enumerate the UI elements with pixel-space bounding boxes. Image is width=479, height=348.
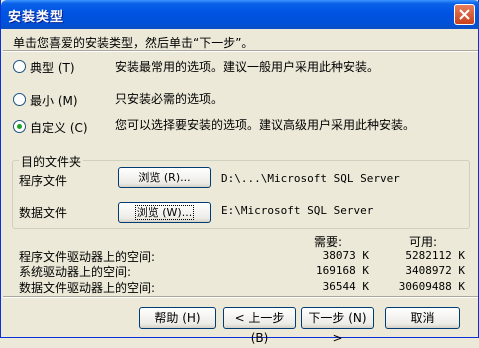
radio-button[interactable] xyxy=(13,60,26,73)
setup-type-dialog: 安装类型 单击您喜爱的安装类型，然后单击“下一步”。 典型 (T) 安装最常用的… xyxy=(0,0,479,345)
radio-label-custom: 自定义 (C) xyxy=(30,121,88,135)
space-row-required: 36544 K xyxy=(322,280,369,293)
destination-groupbox xyxy=(12,160,470,229)
program-files-path: D:\...\Microsoft SQL Server xyxy=(221,172,400,185)
custom-description: 您可以选择要安装的选项。建议高级用户采用此种安装。 xyxy=(115,118,416,132)
radio-button[interactable] xyxy=(13,93,26,106)
close-icon xyxy=(459,9,470,20)
radio-button-selected[interactable] xyxy=(13,120,26,133)
radio-label-typical: 典型 (T) xyxy=(30,61,75,75)
browse-program-files-label: 浏览 (R)... xyxy=(138,171,191,184)
separator xyxy=(3,50,478,52)
minimum-description: 只安装必需的选项。 xyxy=(115,92,224,106)
program-files-label: 程序文件 xyxy=(19,174,68,188)
space-row-label: 数据文件驱动器上的空间: xyxy=(19,281,156,295)
space-row-available: 3408972 K xyxy=(405,264,465,277)
title-bar[interactable]: 安装类型 xyxy=(1,0,479,29)
back-button[interactable]: < 上一步 (B) xyxy=(223,307,296,345)
space-row-required: 38073 K xyxy=(322,249,369,262)
data-files-label: 数据文件 xyxy=(19,206,68,220)
space-row-label: 系统驱动器上的空间: xyxy=(19,265,132,279)
space-row-available: 30609488 K xyxy=(398,280,465,293)
destination-legend: 目的文件夹 xyxy=(19,153,84,170)
browse-data-files-label: 浏览 (W)... xyxy=(134,205,195,220)
space-row-required: 169168 K xyxy=(316,264,369,277)
browse-data-files-button[interactable]: 浏览 (W)... xyxy=(118,202,211,223)
close-button[interactable] xyxy=(454,4,475,25)
data-files-path: E:\Microsoft SQL Server xyxy=(221,204,374,217)
required-header: 需要: xyxy=(314,235,343,249)
next-button[interactable]: 下一步 (N) > xyxy=(301,307,374,345)
instruction-text: 单击您喜爱的安装类型，然后单击“下一步”。 xyxy=(13,36,254,50)
typical-description: 安装最常用的选项。建议一般用户采用此种安装。 xyxy=(115,60,380,74)
browse-program-files-button[interactable]: 浏览 (R)... xyxy=(118,167,211,188)
separator xyxy=(3,296,478,298)
space-row-available: 5282112 K xyxy=(405,249,465,262)
cancel-button[interactable]: 取消 xyxy=(385,307,460,329)
window-title: 安装类型 xyxy=(8,10,65,25)
available-header: 可用: xyxy=(409,235,438,249)
radio-label-minimum: 最小 (M) xyxy=(30,94,78,108)
help-button[interactable]: 帮助 (H) xyxy=(139,307,216,329)
